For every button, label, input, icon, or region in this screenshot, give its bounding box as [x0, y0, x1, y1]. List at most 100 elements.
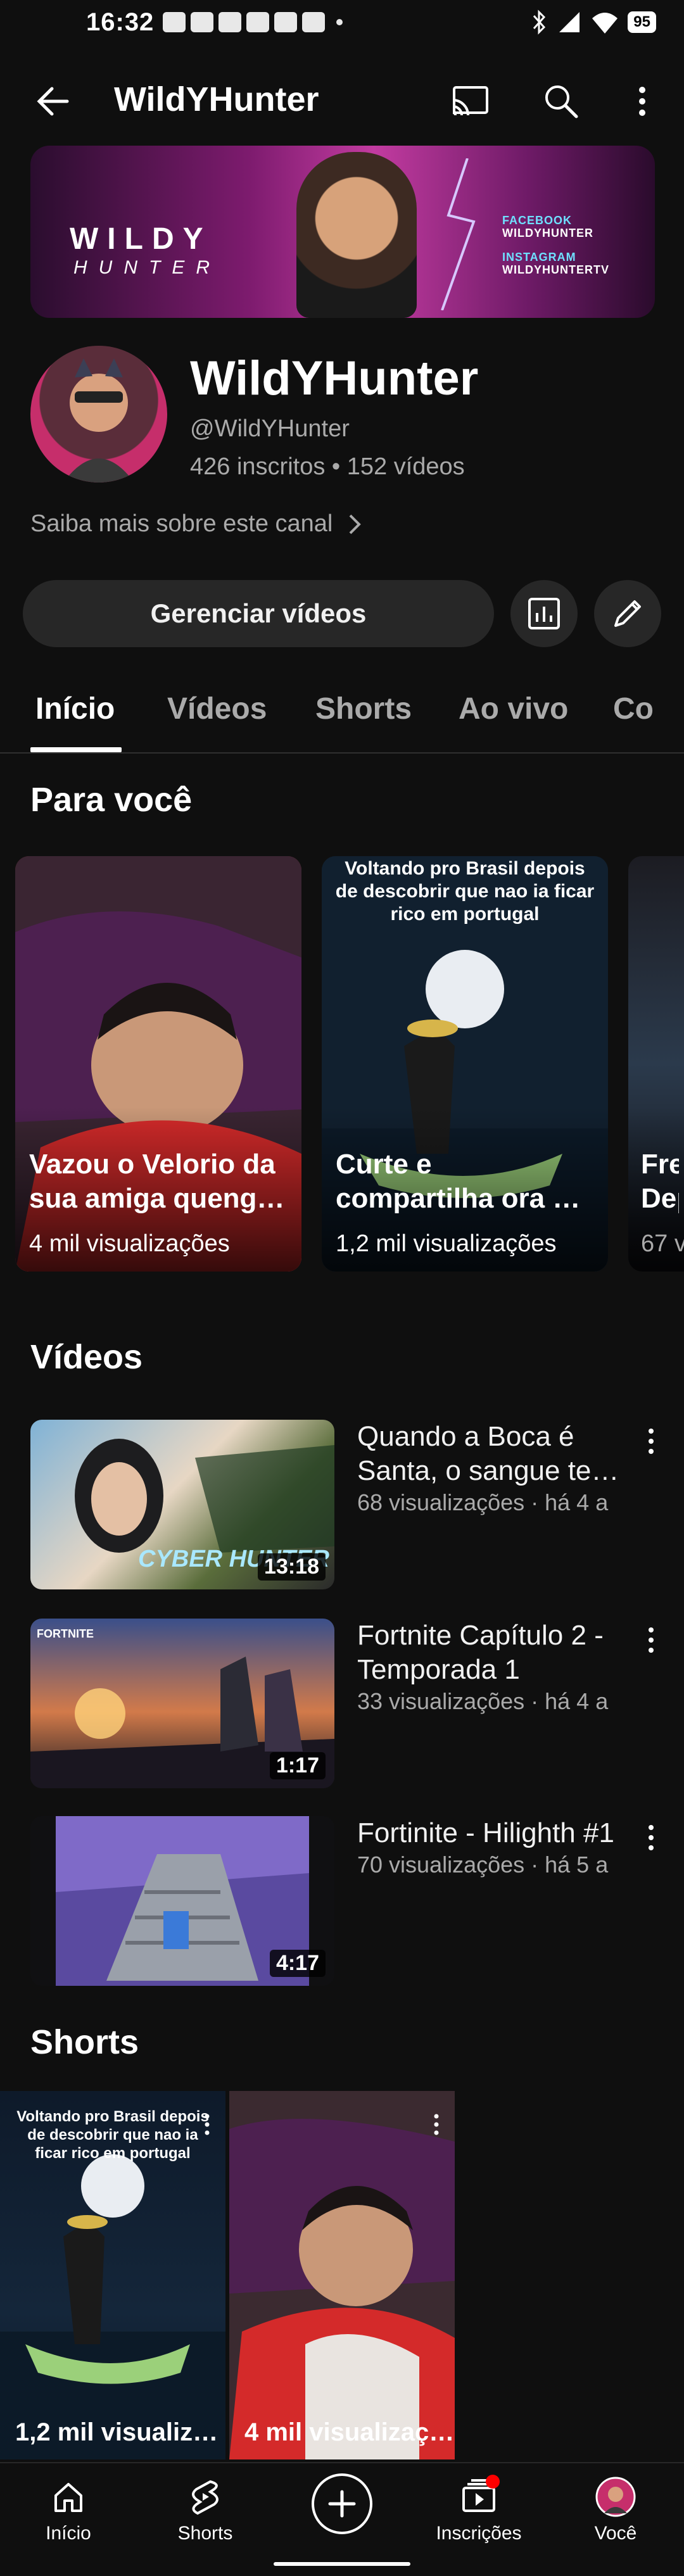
more-notifications-icon [336, 19, 343, 25]
more-about-channel-link[interactable]: Saiba mais sobre este canal [30, 510, 362, 538]
mb-notification-icon [246, 12, 270, 32]
video-list-item[interactable]: FORTNITE 1:17 Fortnite Capítulo 2 - Temp… [30, 1619, 664, 1788]
video-thumbnail: 4:17 [30, 1816, 334, 1986]
header-title: WildYHunter [114, 80, 319, 118]
active-tab-indicator [30, 747, 122, 752]
battery-icon: 95 [628, 11, 656, 33]
tab-live[interactable]: Ao vivo [459, 691, 568, 726]
edit-channel-button[interactable] [594, 580, 661, 647]
more-options-button[interactable] [622, 81, 662, 122]
channel-banner: WILDY HUNTER FACEBOOK WILDYHUNTER INSTAG… [30, 146, 655, 318]
short-options-button[interactable] [427, 2109, 446, 2140]
lightning-decoration [441, 158, 476, 310]
status-bar: 16:32 95 [0, 0, 684, 44]
notification-icons [163, 12, 343, 32]
channel-stats: 426 inscritos • 152 vídeos [190, 453, 465, 480]
tab-shorts[interactable]: Shorts [315, 691, 412, 726]
bluetooth-icon [533, 9, 546, 35]
nav-shorts-label: Shorts [177, 2523, 233, 2544]
home-indicator [274, 2562, 410, 2566]
instagram-label: INSTAGRAM [502, 251, 576, 263]
video-thumbnail: CYBER HUNTER 13:18 [30, 1420, 334, 1589]
facebook-label: FACEBOOK [502, 214, 573, 227]
more-vert-icon [649, 1825, 654, 1850]
thumbnail-caption: Voltando pro Brasil depois de descobrir … [335, 858, 595, 925]
video-list-item[interactable]: CYBER HUNTER 13:18 Quando a Boca é Santa… [30, 1420, 664, 1589]
shorts-section-title: Shorts [30, 2023, 139, 2061]
banner-brand-sub: HUNTER [73, 257, 221, 278]
banner-brand: WILDY [70, 222, 212, 256]
subscriptions-icon [457, 2475, 501, 2519]
wifi-icon [592, 13, 618, 34]
video-duration: 13:18 [258, 1553, 326, 1581]
more-vert-icon [639, 87, 645, 116]
channel-handle: @WildYHunter [190, 415, 350, 442]
mail-notification-icon [274, 12, 298, 32]
nav-home-label: Início [46, 2523, 91, 2544]
recommended-video-card[interactable]: Voltando pro Brasil depois de descobrir … [322, 856, 608, 1272]
video-duration: 1:17 [269, 1752, 326, 1779]
back-button[interactable] [33, 81, 73, 122]
nav-home[interactable]: Início [18, 2475, 119, 2544]
channel-name: WildYHunter [190, 351, 479, 405]
tab-videos[interactable]: Vídeos [167, 691, 267, 726]
video-thumbnail: FORTNITE 1:17 [30, 1619, 334, 1788]
manage-videos-button[interactable]: Gerenciar vídeos [23, 580, 494, 647]
banner-character-illustration [296, 152, 417, 318]
short-views: 4 mil visualizaç… [244, 2418, 455, 2446]
chat-notification-icon [163, 12, 186, 32]
you-avatar [593, 2475, 638, 2519]
avatar-illustration [63, 358, 134, 483]
nav-you[interactable]: Você [565, 2475, 666, 2544]
video-title: Fre Dep [641, 1149, 679, 1214]
analytics-button[interactable] [510, 580, 578, 647]
notification-dot [486, 2475, 500, 2489]
bottom-navigation: Início Shorts Inscrições Você [0, 2462, 684, 2576]
short-options-button[interactable] [198, 2109, 217, 2140]
nav-subscriptions[interactable]: Inscrições [428, 2475, 529, 2544]
app-header: WildYHunter [0, 63, 684, 139]
for-you-title: Para você [30, 781, 193, 819]
more-vert-icon [649, 1627, 654, 1653]
tab-home[interactable]: Início [35, 691, 115, 726]
more-vert-icon [649, 1429, 654, 1454]
search-button[interactable] [541, 81, 581, 122]
video-list-item[interactable]: 4:17 Fortinite - Hilighth #1 70 visualiz… [30, 1816, 664, 1986]
video-options-button[interactable] [638, 1422, 664, 1460]
short-card[interactable]: 4 mil visualizaç… [229, 2091, 455, 2459]
video-title: Vazou o Velorio da sua amiga queng… [29, 1149, 285, 1214]
more-about-label: Saiba mais sobre este canal [30, 510, 333, 537]
video-title: Fortinite - Hilighth #1 [357, 1817, 614, 1848]
pencil-icon [614, 600, 641, 627]
analytics-icon [528, 598, 560, 629]
tab-community[interactable]: Co [613, 691, 654, 726]
nav-subscriptions-label: Inscrições [436, 2523, 522, 2544]
youtube-notification-icon [191, 12, 214, 32]
video-options-button[interactable] [638, 1819, 664, 1857]
video-duration: 4:17 [269, 1950, 326, 1977]
short-card[interactable]: Voltando pro Brasil depois de descobrir … [0, 2091, 225, 2459]
video-meta: 68 visualizações · há 4 a [357, 1489, 609, 1515]
short-caption: Voltando pro Brasil depois de descobrir … [16, 2108, 209, 2162]
nav-shorts[interactable]: Shorts [155, 2475, 256, 2544]
recommended-video-card[interactable]: Vazou o Velorio da sua amiga queng… 4 mi… [15, 856, 301, 1272]
video-meta: 33 visualizações · há 4 a [357, 1688, 609, 1714]
video-title: Curte e compartilha ora … [336, 1149, 581, 1214]
recommended-video-card[interactable]: Fre Dep 67 v [628, 856, 684, 1272]
banner-facebook: FACEBOOK WILDYHUNTER [502, 214, 593, 239]
more-vert-icon [434, 2114, 439, 2135]
plus-icon [328, 2490, 356, 2518]
channel-avatar[interactable] [30, 346, 167, 483]
search-icon [545, 85, 578, 118]
channel-tabs: Início Vídeos Shorts Ao vivo Co [0, 681, 684, 754]
cast-button[interactable] [450, 81, 490, 122]
video-options-button[interactable] [638, 1621, 664, 1659]
create-button[interactable] [312, 2473, 372, 2534]
short-views: 1,2 mil visualiz… [15, 2418, 218, 2446]
app-notification-icon [218, 12, 242, 32]
cast-icon [452, 86, 488, 116]
video-meta: 70 visualizações · há 5 a [357, 1852, 609, 1878]
video-views: 4 mil visualizações [29, 1230, 230, 1257]
nav-you-label: Você [594, 2523, 637, 2544]
video-views: 67 v [641, 1230, 684, 1257]
